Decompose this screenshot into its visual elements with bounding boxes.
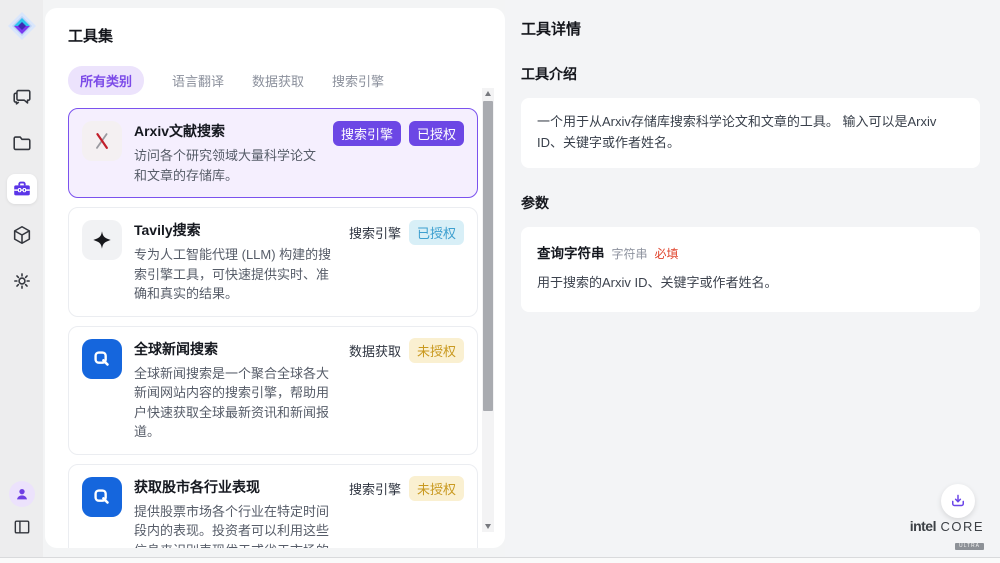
icon-sidebar <box>0 0 43 563</box>
category-label: 搜索引擎 <box>349 220 401 245</box>
tool-desc: 专为人工智能代理 (LLM) 构建的搜索引擎工具，可快速提供实时、准确和真实的结… <box>134 245 337 304</box>
download-button[interactable] <box>941 484 975 518</box>
category-label: 搜索引擎 <box>349 476 401 501</box>
param-type: 字符串 <box>612 245 648 264</box>
gear-icon <box>11 270 33 292</box>
folder-icon <box>11 132 33 154</box>
scroll-up-arrow-icon[interactable] <box>485 91 491 96</box>
collapse-sidebar-icon[interactable] <box>12 517 32 537</box>
sidebar-item-files[interactable] <box>7 128 37 158</box>
tool-card-list: Arxiv文献搜索 访问各个研究领域大量科学论文和文章的存储库。 搜索引擎 已授… <box>68 108 478 548</box>
intel-wordmark: intel <box>910 518 936 534</box>
detail-title: 工具详情 <box>521 18 980 39</box>
app-logo-gem-icon[interactable] <box>6 10 38 42</box>
window-bottom-edge <box>0 557 1000 563</box>
tool-name: Arxiv文献搜索 <box>134 121 321 141</box>
tool-card-tavily[interactable]: Tavily搜索 专为人工智能代理 (LLM) 构建的搜索引擎工具，可快速提供实… <box>68 207 478 317</box>
auth-status-badge: 未授权 <box>409 338 464 363</box>
sparkle-icon <box>82 220 122 260</box>
user-avatar[interactable] <box>9 481 35 507</box>
intel-core-logo: intel core ULTRA <box>910 519 984 551</box>
scroll-down-arrow-icon[interactable] <box>485 524 491 529</box>
auth-status-badge: 已授权 <box>409 121 464 146</box>
q-search-icon <box>82 477 122 517</box>
tool-detail-panel: 工具详情 工具介绍 一个用于从Arxiv存储库搜索科学论文和文章的工具。 输入可… <box>505 0 1000 563</box>
tool-card-sector-performance[interactable]: 获取股市各行业表现 提供股票市场各个行业在特定时间段内的表现。投资者可以利用这些… <box>68 464 478 549</box>
sidebar-item-settings[interactable] <box>7 266 37 296</box>
q-search-icon <box>82 339 122 379</box>
auth-status-badge: 已授权 <box>409 220 464 245</box>
tool-list-panel: 工具集 所有类别 语言翻译 数据获取 搜索引擎 Arxiv文献搜索 访问各个研究… <box>45 8 505 548</box>
intro-heading: 工具介绍 <box>521 64 980 84</box>
param-desc: 用于搜索的Arxiv ID、关键字或作者姓名。 <box>537 273 964 294</box>
sidebar-item-chat[interactable] <box>7 82 37 112</box>
download-icon <box>949 492 967 510</box>
tool-desc: 访问各个研究领域大量科学论文和文章的存储库。 <box>134 146 321 185</box>
category-label: 数据获取 <box>349 338 401 363</box>
arxiv-logo-icon <box>82 121 122 161</box>
ultra-badge: ULTRA <box>955 543 984 550</box>
tool-name: Tavily搜索 <box>134 220 337 240</box>
params-heading: 参数 <box>521 193 980 213</box>
app-window: 工具集 所有类别 语言翻译 数据获取 搜索引擎 Arxiv文献搜索 访问各个研究… <box>0 0 1000 563</box>
core-wordmark: core <box>940 519 984 534</box>
intro-card: 一个用于从Arxiv存储库搜索科学论文和文章的工具。 输入可以是Arxiv ID… <box>521 98 980 168</box>
scrollbar-thumb[interactable] <box>483 101 493 411</box>
tool-card-global-news[interactable]: 全球新闻搜索 全球新闻搜索是一个聚合全球各大新闻网站内容的搜索引擎，帮助用户快速… <box>68 326 478 455</box>
tab-translation[interactable]: 语言翻译 <box>172 71 224 90</box>
toolbox-icon <box>11 178 33 200</box>
auth-status-badge: 未授权 <box>409 476 464 501</box>
tool-card-arxiv[interactable]: Arxiv文献搜索 访问各个研究领域大量科学论文和文章的存储库。 搜索引擎 已授… <box>68 108 478 198</box>
tab-data-fetch[interactable]: 数据获取 <box>252 71 304 90</box>
param-name: 查询字符串 <box>537 243 605 265</box>
cube-icon <box>11 224 33 246</box>
list-scrollbar[interactable] <box>482 88 494 532</box>
tool-desc: 提供股票市场各个行业在特定时间段内的表现。投资者可以利用这些信息来识别表现优于或… <box>134 502 337 549</box>
category-badge: 搜索引擎 <box>333 121 401 146</box>
chat-icon <box>11 86 33 108</box>
page-title: 工具集 <box>68 25 505 46</box>
tab-all-categories[interactable]: 所有类别 <box>68 66 144 95</box>
param-card: 查询字符串 字符串 必填 用于搜索的Arxiv ID、关键字或作者姓名。 <box>521 227 980 312</box>
tool-name: 获取股市各行业表现 <box>134 477 337 497</box>
sidebar-item-tools[interactable] <box>7 174 37 204</box>
category-tabs: 所有类别 语言翻译 数据获取 搜索引擎 <box>68 66 505 95</box>
param-required-flag: 必填 <box>655 245 679 264</box>
tab-search-engine[interactable]: 搜索引擎 <box>332 71 384 90</box>
tool-desc: 全球新闻搜索是一个聚合全球各大新闻网站内容的搜索引擎，帮助用户快速获取全球最新资… <box>134 364 337 442</box>
tool-name: 全球新闻搜索 <box>134 339 337 359</box>
sidebar-item-packages[interactable] <box>7 220 37 250</box>
person-icon <box>14 486 30 502</box>
